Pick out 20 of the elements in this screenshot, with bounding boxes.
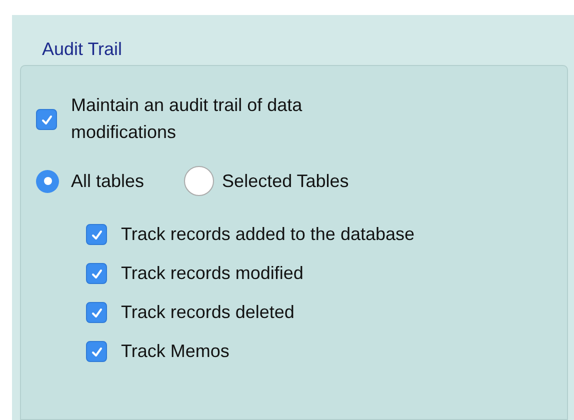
radio-button[interactable]	[184, 166, 214, 196]
checkbox[interactable]	[86, 224, 107, 245]
checkbox-label: Track records deleted	[121, 301, 294, 324]
checkbox[interactable]	[36, 109, 57, 130]
radio-button[interactable]	[36, 170, 59, 192]
radio-label: Selected Tables	[222, 170, 349, 192]
check-icon	[40, 112, 54, 126]
checkbox[interactable]	[86, 263, 107, 284]
checkbox-label: Track Memos	[121, 340, 230, 363]
check-icon	[90, 228, 104, 242]
checkbox[interactable]	[86, 341, 107, 362]
check-icon	[90, 344, 104, 358]
checkbox-label: Track records added to the database	[121, 223, 415, 246]
checkbox[interactable]	[86, 302, 107, 323]
checkbox-label: Maintain an audit trail of data modifications	[71, 94, 304, 144]
check-icon	[90, 266, 104, 280]
radio-label: All tables	[71, 170, 144, 192]
section-title: Audit Trail	[42, 38, 124, 61]
checkbox-label: Track records modified	[121, 262, 304, 285]
check-icon	[90, 306, 104, 320]
